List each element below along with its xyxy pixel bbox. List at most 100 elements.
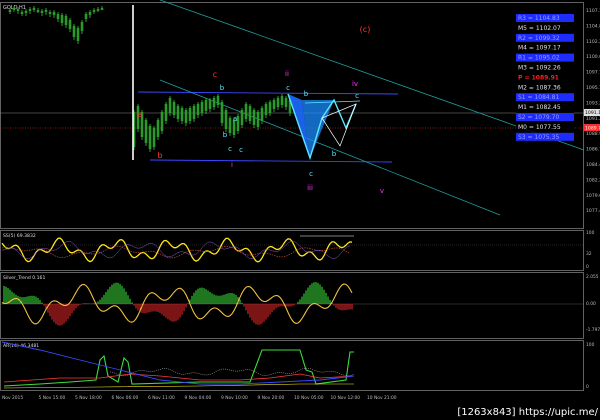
candle-body bbox=[208, 100, 212, 109]
pivot-level-label: M1 = 1082.45 bbox=[518, 104, 561, 111]
panel2-axis-tick: 0.00 bbox=[586, 301, 596, 307]
time-axis-tick: Nov 2015 bbox=[2, 395, 23, 401]
candle-body bbox=[176, 106, 180, 119]
candle-body bbox=[28, 9, 32, 11]
wave-label: c bbox=[239, 146, 243, 154]
price-axis-tick: 1100.03 bbox=[586, 54, 600, 60]
candle-body bbox=[284, 98, 288, 107]
panel3-axis-tick: 100 bbox=[586, 342, 595, 348]
price-axis-tick: 1082.24 bbox=[586, 177, 600, 183]
wave-label: a bbox=[233, 115, 237, 123]
time-axis-tick: 10 Nov 05:00 bbox=[294, 395, 324, 401]
wave-label: iii bbox=[307, 184, 313, 192]
pivot-level-label: R2 = 1099.32 bbox=[518, 35, 560, 42]
oscillator-panel-1 bbox=[0, 230, 584, 271]
pivot-level-label: R3 = 1104.83 bbox=[518, 15, 560, 22]
wave-label: b bbox=[223, 131, 228, 139]
candle-body bbox=[96, 9, 100, 11]
candle-body bbox=[32, 8, 36, 10]
candle-body bbox=[244, 104, 248, 119]
wave-label: (c) bbox=[360, 25, 371, 34]
candle-body bbox=[200, 102, 204, 113]
wave-label: b bbox=[220, 84, 225, 92]
candle-body bbox=[148, 126, 152, 149]
candle-body bbox=[268, 102, 272, 113]
candle-body bbox=[52, 12, 56, 15]
candle-body bbox=[100, 8, 104, 10]
price-axis-tick: 1104.89 bbox=[586, 23, 600, 29]
price-axis-tick: 1107.14 bbox=[586, 8, 600, 14]
candle-body bbox=[188, 108, 192, 121]
pivot-level-label: M2 = 1087.36 bbox=[518, 84, 561, 91]
candle-body bbox=[92, 10, 96, 12]
candle-body bbox=[224, 110, 228, 129]
panel2-axis-tick: 2.055 bbox=[586, 274, 599, 280]
wave-label: iv bbox=[352, 80, 358, 88]
candle-body bbox=[252, 110, 256, 125]
candle-body bbox=[180, 108, 184, 121]
candle-body bbox=[68, 20, 72, 29]
wave-label: c bbox=[355, 92, 359, 100]
candle-body bbox=[84, 14, 88, 19]
wave-label: b bbox=[157, 151, 162, 160]
panel2-axis-tick: -1.797 bbox=[586, 327, 600, 333]
price-axis-tick: 1102.28 bbox=[586, 39, 600, 45]
price-axis-tick: 1097.78 bbox=[586, 70, 600, 76]
candle-body bbox=[40, 11, 44, 13]
candle-body bbox=[12, 8, 16, 10]
panel2-label: Silver_Trend 0.161 bbox=[3, 275, 45, 281]
candle-body bbox=[260, 108, 264, 121]
panel1-axis-tick: 100 bbox=[586, 230, 595, 236]
panel3-axis-tick: 0 bbox=[586, 384, 589, 390]
price-axis-tick: 1091.29 bbox=[586, 116, 600, 122]
pivot-level-label: S3 = 1075.35 bbox=[518, 134, 559, 141]
candle-body bbox=[216, 96, 220, 105]
price-axis-tick: 1086.74 bbox=[586, 147, 600, 153]
time-axis-tick: 9 Nov 20:00 bbox=[258, 395, 285, 401]
pivot-level-label: M3 = 1092.26 bbox=[518, 65, 561, 72]
pivot-price-value: 1089.76 bbox=[585, 126, 600, 132]
wave-label: c bbox=[213, 70, 217, 79]
candle-body bbox=[184, 110, 188, 123]
candle-body bbox=[8, 10, 12, 12]
candle-body bbox=[72, 26, 76, 37]
pivot-level-label: P = 1089.91 bbox=[518, 74, 559, 81]
candle-body bbox=[20, 12, 24, 14]
wave-label: b bbox=[304, 90, 309, 98]
candle-body bbox=[44, 10, 48, 12]
main-price-panel bbox=[0, 2, 584, 229]
time-axis-tick: 5 Nov 15:00 bbox=[39, 395, 66, 401]
candle-body bbox=[76, 28, 80, 41]
time-axis-tick: 6 Nov 11:00 bbox=[148, 395, 175, 401]
candle-body bbox=[212, 98, 216, 107]
pivot-level-label: R1 = 1095.02 bbox=[518, 55, 560, 62]
candle-body bbox=[16, 9, 20, 11]
chart-canvas[interactable]: 1107.14 1104.89 1102.28 1100.03 1097.78 1095.… bbox=[0, 0, 600, 420]
candle-body bbox=[248, 106, 252, 121]
oscillator-panel-3 bbox=[0, 340, 584, 391]
time-axis-tick: 9 Nov 10:00 bbox=[221, 395, 248, 401]
candle-body bbox=[228, 118, 232, 133]
candle-body bbox=[276, 98, 280, 107]
candle-body bbox=[204, 100, 208, 111]
price-axis-tick: 1095.17 bbox=[586, 85, 600, 91]
wave-label: ii bbox=[285, 70, 289, 78]
time-axis-tick: 5 Nov 18:00 bbox=[75, 395, 102, 401]
wave-label: c bbox=[309, 170, 313, 178]
panel3-yellow-line bbox=[3, 383, 354, 389]
panel1-label: SS(5) 69.3832 bbox=[3, 233, 36, 239]
pivot-level-label: M4 = 1097.17 bbox=[518, 45, 561, 52]
time-axis-tick: 6 Nov 06:00 bbox=[112, 395, 139, 401]
candle-body bbox=[64, 16, 68, 25]
wave-label: b bbox=[332, 150, 337, 158]
wave-label: c bbox=[228, 145, 232, 153]
candle-body bbox=[220, 102, 224, 123]
upper-range-line bbox=[137, 91, 399, 95]
panel1-axis-tick: 32 bbox=[586, 251, 592, 257]
wave-label: i bbox=[231, 161, 233, 169]
trading-chart-window[interactable]: 1107.14 1104.89 1102.28 1100.03 1097.78 1095.… bbox=[0, 0, 600, 420]
candle-body bbox=[36, 10, 40, 12]
candle-body bbox=[156, 120, 160, 137]
candle-body bbox=[168, 98, 172, 113]
price-axis-tick: 1077.45 bbox=[586, 208, 600, 214]
